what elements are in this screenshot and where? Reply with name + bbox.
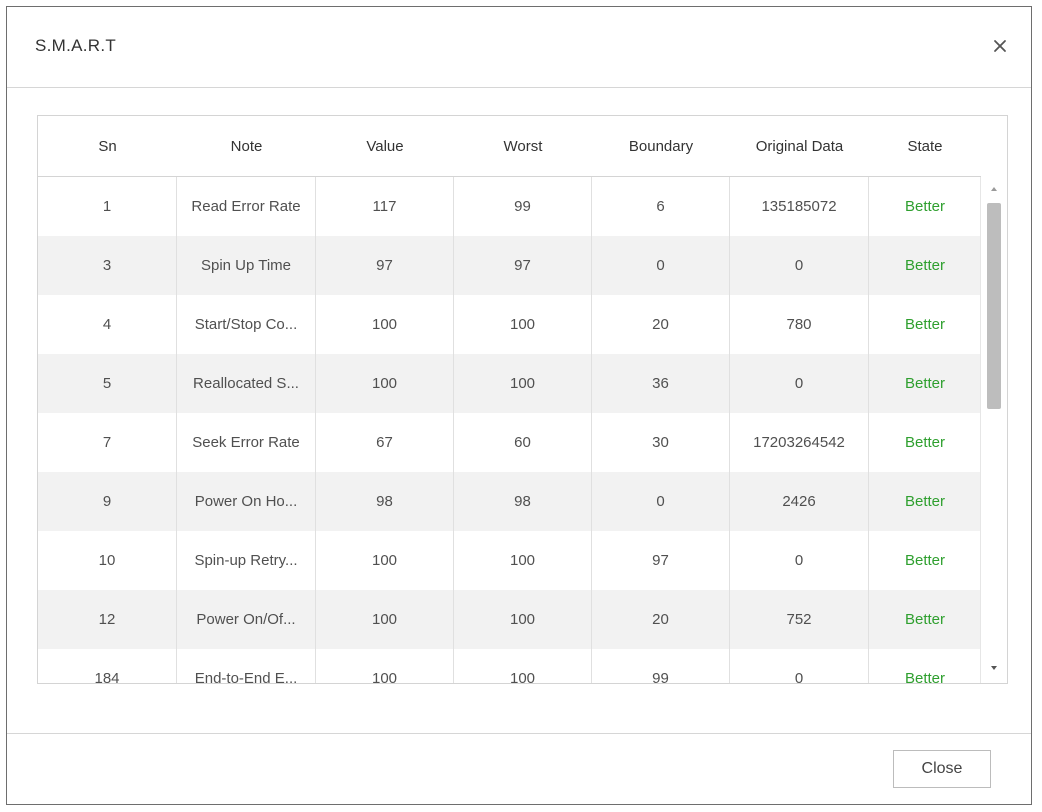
cell-original-data: 0 [730,236,869,295]
cell-worst: 97 [454,236,592,295]
cell-value: 98 [316,472,454,531]
column-header-original-data[interactable]: Original Data [730,116,869,176]
cell-boundary: 20 [592,295,730,354]
dialog-title: S.M.A.R.T [35,36,117,55]
table-row[interactable]: 7 Seek Error Rate 67 60 30 17203264542 Better [38,413,981,472]
table-row[interactable]: 10 Spin-up Retry... 100 100 97 0 Better [38,531,981,590]
cell-state: Better [904,257,946,274]
cell-value: 117 [316,177,454,236]
cell-value: 100 [316,649,454,683]
cell-note: Reallocated S... [177,354,316,413]
cell-boundary: 0 [592,236,730,295]
cell-value: 100 [316,354,454,413]
table-row[interactable]: 184 End-to-End E... 100 100 99 0 Better [38,649,981,684]
cell-worst: 99 [454,177,592,236]
scroll-up-arrow-icon[interactable] [988,183,1000,195]
cell-state: Better [904,493,946,510]
cell-original-data: 752 [730,590,869,649]
cell-boundary: 99 [592,649,730,683]
cell-original-data: 0 [730,649,869,683]
column-header-boundary[interactable]: Boundary [592,116,730,176]
cell-note: End-to-End E... [177,649,316,683]
cell-value: 67 [316,413,454,472]
column-header-value[interactable]: Value [316,116,454,176]
cell-note: Seek Error Rate [177,413,316,472]
dialog-header: S.M.A.R.T [7,7,1031,88]
cell-note: Power On Ho... [177,472,316,531]
column-header-worst[interactable]: Worst [454,116,592,176]
cell-state: Better [904,316,946,333]
close-button[interactable]: Close [893,750,991,788]
cell-sn: 9 [38,472,177,531]
cell-worst: 100 [454,531,592,590]
cell-sn: 4 [38,295,177,354]
cell-note: Start/Stop Co... [177,295,316,354]
cell-state: Better [904,552,946,569]
column-header-note[interactable]: Note [177,116,316,176]
cell-state: Better [904,434,946,451]
table-scrollbar[interactable] [980,177,1007,683]
cell-state: Better [904,670,946,684]
close-x-glyph [994,40,1006,52]
cell-note: Read Error Rate [177,177,316,236]
cell-value: 100 [316,531,454,590]
table-row[interactable]: 12 Power On/Of... 100 100 20 752 Better [38,590,981,649]
cell-sn: 7 [38,413,177,472]
cell-sn: 1 [38,177,177,236]
table-row[interactable]: 4 Start/Stop Co... 100 100 20 780 Better [38,295,981,354]
cell-value: 100 [316,590,454,649]
column-header-state[interactable]: State [869,116,981,176]
cell-worst: 98 [454,472,592,531]
cell-value: 97 [316,236,454,295]
smart-dialog: S.M.A.R.T Sn Note Value Worst Boundary O… [6,6,1032,805]
cell-original-data: 0 [730,531,869,590]
cell-worst: 100 [454,354,592,413]
cell-state: Better [904,611,946,628]
cell-worst: 100 [454,649,592,683]
cell-sn: 12 [38,590,177,649]
cell-value: 100 [316,295,454,354]
cell-original-data: 2426 [730,472,869,531]
cell-original-data: 0 [730,354,869,413]
cell-state: Better [904,198,946,215]
table-row[interactable]: 9 Power On Ho... 98 98 0 2426 Better [38,472,981,531]
cell-boundary: 97 [592,531,730,590]
table-body: 1 Read Error Rate 117 99 6 135185072 Better 3 Sp… [38,177,981,684]
cell-note: Power On/Of... [177,590,316,649]
table-header: Sn Note Value Worst Boundary Original Da… [38,116,981,177]
cell-boundary: 0 [592,472,730,531]
cell-original-data: 780 [730,295,869,354]
cell-worst: 60 [454,413,592,472]
cell-note: Spin Up Time [177,236,316,295]
table-row[interactable]: 1 Read Error Rate 117 99 6 135185072 Better [38,177,981,236]
table-row[interactable]: 3 Spin Up Time 97 97 0 0 Better [38,236,981,295]
cell-boundary: 6 [592,177,730,236]
table-row[interactable]: 5 Reallocated S... 100 100 36 0 Better [38,354,981,413]
dialog-footer: Close [7,733,1031,804]
close-icon[interactable] [987,33,1013,59]
cell-sn: 5 [38,354,177,413]
cell-worst: 100 [454,295,592,354]
column-header-sn[interactable]: Sn [38,116,177,176]
scrollbar-thumb[interactable] [987,203,1001,409]
cell-sn: 3 [38,236,177,295]
cell-boundary: 20 [592,590,730,649]
smart-table: Sn Note Value Worst Boundary Original Da… [37,115,1008,684]
cell-original-data: 17203264542 [730,413,869,472]
cell-sn: 184 [38,649,177,683]
cell-original-data: 135185072 [730,177,869,236]
cell-worst: 100 [454,590,592,649]
cell-note: Spin-up Retry... [177,531,316,590]
cell-state: Better [904,375,946,392]
cell-sn: 10 [38,531,177,590]
scroll-down-arrow-icon[interactable] [988,662,1000,674]
cell-boundary: 30 [592,413,730,472]
cell-boundary: 36 [592,354,730,413]
